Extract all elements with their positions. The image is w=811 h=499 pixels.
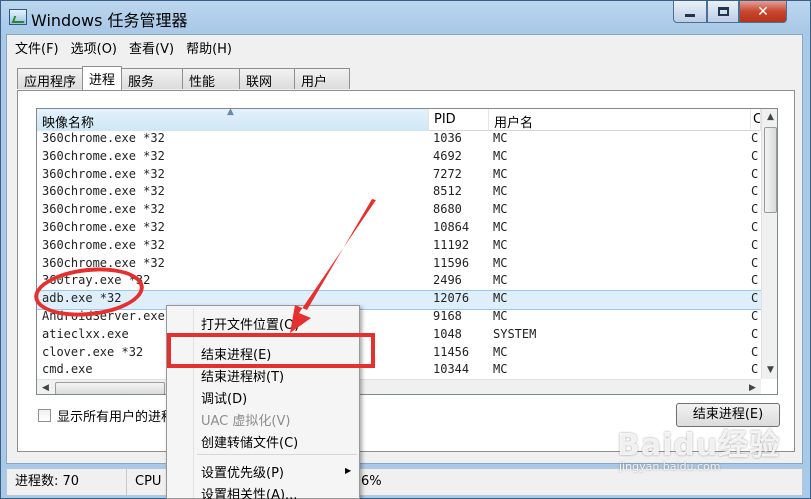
watermark: Baidu经验 jingyan.baidu.com — [617, 420, 807, 490]
watermark-url: jingyan.baidu.com — [619, 460, 721, 473]
tab-processes[interactable]: 进程 — [82, 66, 123, 90]
baidu-watermark-logo: Baidu经验 — [617, 428, 781, 463]
